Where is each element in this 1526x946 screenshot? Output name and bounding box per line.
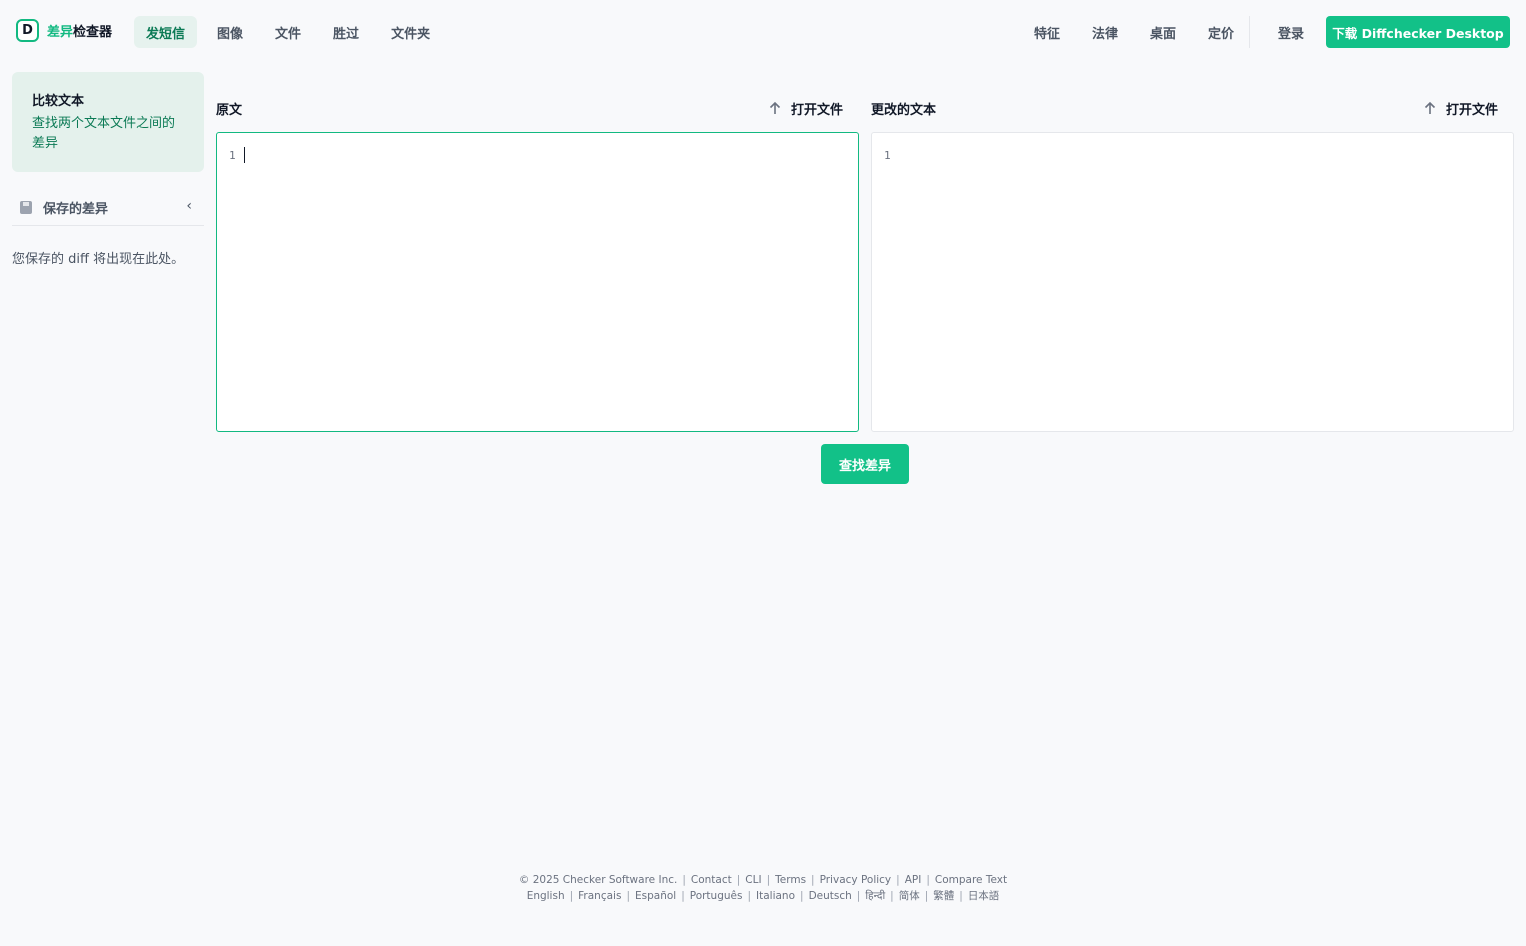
footer-separator: | — [766, 874, 771, 886]
download-desktop-button[interactable]: 下载 Diffchecker Desktop — [1326, 16, 1510, 48]
upload-icon — [1424, 101, 1436, 114]
changed-label: 更改的文本 — [871, 102, 937, 118]
footer-separator: | — [736, 874, 741, 886]
nav-divider — [1249, 16, 1250, 48]
save-disk-icon — [20, 201, 32, 214]
saved-diffs-empty: 您保存的 diff 将出现在此处。 — [12, 252, 185, 267]
footer-language-3[interactable]: Português — [690, 888, 743, 904]
footer: © 2025 Checker Software Inc. | Contact | CLI… — [0, 872, 1526, 904]
nav-documents[interactable]: 文件 — [263, 16, 313, 48]
footer-language-7[interactable]: 简体 — [899, 888, 920, 904]
sidebar: 比较文本 查找两个文本文件之间的差异 保存的差异 ‹ 您保存的 diff 将出现… — [12, 72, 204, 267]
footer-language-1[interactable]: Français — [578, 888, 621, 904]
footer-separator: | — [800, 890, 804, 902]
saved-diffs-toggle[interactable]: 保存的差异 ‹ — [12, 190, 204, 226]
card-description: 查找两个文本文件之间的差异 — [32, 116, 176, 151]
logo-text-accent: 差异 — [47, 25, 74, 40]
footer-separator: | — [681, 890, 685, 902]
find-difference-button[interactable]: 查找差异 — [821, 444, 909, 484]
changed-pane-header: 更改的文本 — [871, 96, 936, 120]
nav-folders[interactable]: 文件夹 — [379, 16, 442, 48]
open-file-left-label: 打开文件 — [791, 102, 844, 118]
footer-separator: | — [569, 890, 574, 902]
footer-link-3[interactable]: Terms — [775, 872, 806, 888]
logo[interactable]: D 差异检查器 — [16, 19, 112, 42]
footer-link-2[interactable]: CLI — [745, 872, 761, 888]
open-file-right-button[interactable]: 打开文件 — [1422, 96, 1498, 120]
open-file-right-label: 打开文件 — [1446, 102, 1499, 118]
footer-link-0: © 2025 Checker Software Inc. — [518, 874, 678, 886]
footer-language-5[interactable]: Deutsch — [809, 888, 852, 904]
logo-icon: D — [16, 19, 39, 42]
logo-text: 差异检查器 — [47, 21, 112, 40]
footer-link-5[interactable]: API — [905, 872, 922, 888]
nav-right: 特征 法律 桌面 定价 — [1018, 16, 1250, 48]
footer-separator: | — [747, 890, 752, 902]
footer-language-2[interactable]: Español — [635, 888, 676, 904]
line-number: 1 — [884, 149, 891, 162]
footer-separator: | — [626, 890, 630, 902]
footer-separator: | — [856, 890, 861, 902]
footer-separator: | — [811, 874, 815, 886]
nav-images[interactable]: 图像 — [205, 16, 255, 48]
footer-languages-row: English | Français | Español | Português | Itali… — [0, 888, 1526, 904]
original-text-editor[interactable]: 1 — [216, 132, 859, 432]
card-title: 比较文本 — [32, 94, 85, 109]
upload-icon — [769, 101, 781, 114]
footer-separator: | — [924, 890, 929, 902]
footer-separator: | — [959, 890, 963, 902]
footer-links-row: © 2025 Checker Software Inc. | Contact | CLI… — [0, 872, 1526, 888]
footer-language-0[interactable]: English — [527, 888, 565, 904]
saved-diffs-label: 保存的差异 — [43, 202, 109, 217]
chevron-left-icon[interactable]: ‹ — [186, 198, 192, 214]
footer-language-9[interactable]: 日本語 — [968, 888, 1000, 904]
footer-language-6[interactable]: हिन्दी — [865, 888, 885, 904]
footer-language-4[interactable]: Italiano — [756, 888, 795, 904]
nav-excel[interactable]: 胜过 — [321, 16, 371, 48]
footer-language-8[interactable]: 繁體 — [933, 888, 954, 904]
footer-separator: | — [926, 874, 930, 886]
logo-text-rest: 检查器 — [73, 25, 113, 40]
text-cursor — [244, 147, 245, 163]
line-number: 1 — [229, 149, 236, 162]
original-label: 原文 — [216, 102, 243, 118]
footer-link-4[interactable]: Privacy Policy — [820, 872, 892, 888]
footer-link-6[interactable]: Compare Text — [935, 872, 1007, 888]
footer-link-1[interactable]: Contact — [691, 872, 732, 888]
nav-left: 发短信 图像 文件 胜过 文件夹 — [134, 16, 450, 48]
nav-text[interactable]: 发短信 — [134, 16, 198, 48]
login-link[interactable]: 登录 — [1266, 16, 1316, 48]
nav-pricing[interactable]: 定价 — [1192, 16, 1250, 48]
changed-text-editor[interactable]: 1 — [871, 132, 1514, 432]
original-pane-header: 原文 — [216, 96, 242, 120]
nav-desktop[interactable]: 桌面 — [1134, 16, 1192, 48]
footer-separator: | — [682, 874, 686, 886]
open-file-left-button[interactable]: 打开文件 — [767, 96, 843, 120]
footer-separator: | — [890, 890, 894, 902]
nav-legal[interactable]: 法律 — [1076, 16, 1134, 48]
compare-text-card[interactable]: 比较文本 查找两个文本文件之间的差异 — [12, 72, 204, 172]
footer-separator: | — [896, 874, 900, 886]
nav-features[interactable]: 特征 — [1018, 16, 1076, 48]
top-navbar: D 差异检查器 发短信 图像 文件 胜过 文件夹 特征 法律 桌面 定价 登录 … — [0, 0, 1526, 64]
